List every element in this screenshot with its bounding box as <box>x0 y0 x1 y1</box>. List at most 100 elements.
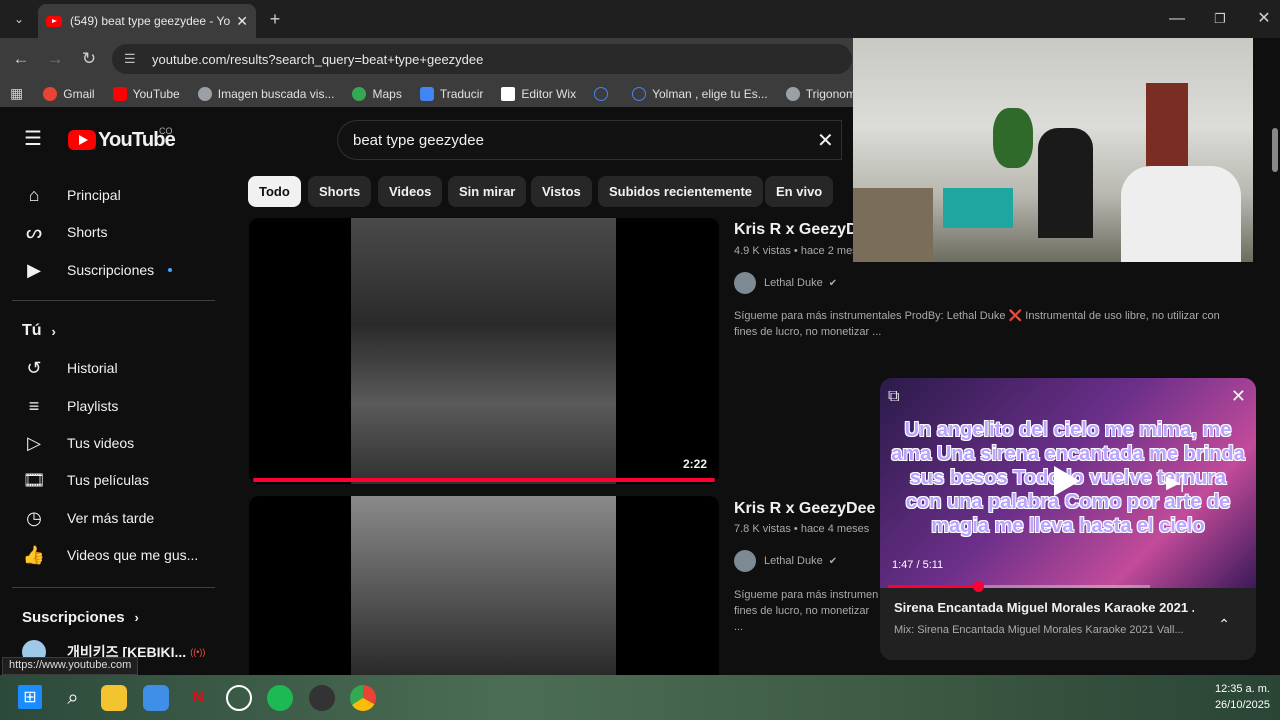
store-icon[interactable] <box>143 685 169 711</box>
chrome-icon[interactable] <box>350 685 376 711</box>
netflix-icon[interactable]: N <box>185 685 211 711</box>
chip-vistos[interactable]: Vistos <box>531 176 592 207</box>
chevron-up-icon[interactable]: ⌃ <box>1218 616 1230 633</box>
next-icon[interactable]: ▶| <box>1166 472 1185 493</box>
video-meta: 7.8 K vistas • hace 4 meses <box>734 523 870 535</box>
bookmark-gmail[interactable]: Gmail <box>43 86 95 101</box>
address-url: youtube.com/results?search_query=beat+ty… <box>152 51 484 67</box>
bookmark-imagen[interactable]: Imagen buscada vis... <box>197 86 334 101</box>
chatgpt-icon[interactable] <box>226 685 252 711</box>
person <box>1038 128 1093 238</box>
close-miniplayer-icon[interactable]: ✕ <box>1231 386 1246 407</box>
youtube-favicon-icon <box>46 15 62 27</box>
seek-progress <box>888 585 979 588</box>
logo-play-icon <box>79 135 88 145</box>
home-icon: ⌂ <box>28 184 40 205</box>
sidebar-item-tus-peliculas[interactable]: 🎞 Tus películas <box>0 462 215 498</box>
sidebar-item-playlists[interactable]: ≡ Playlists <box>0 388 215 424</box>
history-icon: ↺ <box>26 357 42 378</box>
bookmark-traducir[interactable]: Traducir <box>419 86 483 101</box>
restore-icon[interactable]: ❐ <box>1205 2 1235 36</box>
globe-icon <box>785 86 800 101</box>
live-indicator-icon: ((•)) <box>190 647 206 657</box>
channel-avatar <box>734 272 756 294</box>
spotify-icon[interactable] <box>267 685 293 711</box>
liked-icon: 👍 <box>22 544 46 565</box>
plant <box>993 108 1033 168</box>
clock-time[interactable]: 12:35 a. m. <box>1210 683 1270 695</box>
forward-icon[interactable]: → <box>42 46 68 72</box>
chevron-right-icon: › <box>51 323 56 339</box>
verified-icon: ✔ <box>828 277 838 289</box>
bookmarks-bar: ▦ Gmail YouTube Imagen buscada vis... Ma… <box>0 80 879 107</box>
search-input[interactable]: beat type geezydee <box>337 120 842 160</box>
new-tab-icon[interactable]: + <box>260 2 290 36</box>
chip-todo[interactable]: Todo <box>248 176 301 207</box>
clock-date[interactable]: 26/10/2025 <box>1200 699 1270 711</box>
sidebar-item-tus-videos[interactable]: ▷ Tus videos <box>0 425 215 461</box>
circle-icon <box>632 86 647 101</box>
chip-videos[interactable]: Videos <box>378 176 443 207</box>
webcam-overlay <box>853 38 1253 262</box>
movies-icon: 🎞 <box>22 469 46 490</box>
bookmark-yolman[interactable]: Yolman , elige tu Es... <box>632 86 768 101</box>
video-title[interactable]: Kris R x GeezyDee T <box>734 500 880 518</box>
sidebar-item-historial[interactable]: ↺ Historial <box>0 350 215 386</box>
maps-icon <box>352 86 367 101</box>
playlists-icon: ≡ <box>28 395 40 416</box>
video-thumbnail[interactable]: 2:22 <box>249 218 719 484</box>
region-badge: CO <box>159 126 173 136</box>
windows-start-icon[interactable]: ⊞ <box>18 685 42 709</box>
channel-link[interactable]: Lethal Duke ✔ <box>734 550 837 572</box>
miniplayer[interactable]: Un angelito del cielo me mima, me ama Un… <box>880 378 1256 660</box>
bookmark-unnamed[interactable] <box>594 86 614 101</box>
browser-tab[interactable]: (549) beat type geezydee - You ✕ <box>38 4 256 38</box>
video-title[interactable]: Kris R x GeezyDee <box>734 221 855 239</box>
chip-sin-mirar[interactable]: Sin mirar <box>448 176 527 207</box>
video-description: Sígueme para más instrumen fines de lucro… <box>734 589 879 633</box>
gmail-icon <box>43 86 58 101</box>
video-meta: 4.9 K vistas • hace 2 mese <box>734 245 855 257</box>
sidebar-you-header[interactable]: Tú › <box>0 313 215 349</box>
scrollbar-thumb[interactable] <box>1272 128 1278 172</box>
expand-player-icon[interactable]: ⧉ <box>888 388 899 406</box>
sidebar-item-liked[interactable]: 👍 Videos que me gus... <box>0 537 215 573</box>
channel-link[interactable]: Lethal Duke ✔ <box>734 272 837 294</box>
video-thumbnail[interactable] <box>249 496 719 675</box>
thumbnail-image <box>351 496 616 675</box>
chip-subidos[interactable]: Subidos recientemente <box>598 176 764 207</box>
miniplayer-title[interactable]: Sirena Encantada Miguel Morales Karaoke … <box>894 600 1194 615</box>
file-explorer-icon[interactable] <box>101 685 127 711</box>
chip-shorts[interactable]: Shorts <box>308 176 372 207</box>
chip-en-vivo[interactable]: En vivo <box>765 176 834 207</box>
sidebar-subs-header[interactable]: Suscripciones › <box>0 599 215 635</box>
menu-icon[interactable]: ☰ <box>24 129 44 149</box>
person <box>853 188 933 262</box>
youtube-icon <box>112 86 127 101</box>
sidebar-divider <box>12 587 215 588</box>
bookmark-maps[interactable]: Maps <box>352 86 402 101</box>
sidebar-item-principal[interactable]: ⌂ Principal <box>0 177 215 213</box>
clear-search-icon[interactable]: ✕ <box>817 128 834 153</box>
sidebar-item-ver-mas-tarde[interactable]: ◷ Ver más tarde <box>0 500 215 536</box>
apps-grid-icon[interactable]: ▦ <box>10 85 23 102</box>
tab-close-icon[interactable]: ✕ <box>236 13 248 30</box>
bookmark-youtube[interactable]: YouTube <box>112 86 180 101</box>
your-videos-icon: ▷ <box>27 432 41 453</box>
address-bar[interactable]: ☰ youtube.com/results?search_query=beat+… <box>112 44 852 74</box>
site-settings-icon[interactable]: ☰ <box>124 51 142 67</box>
seek-bar[interactable] <box>888 585 1150 588</box>
chevron-right-icon: › <box>134 609 139 625</box>
play-icon[interactable] <box>1054 466 1080 496</box>
bookmark-wix[interactable]: Editor Wix <box>501 86 576 101</box>
sidebar-item-shorts[interactable]: ᔕ Shorts <box>0 214 215 250</box>
reload-icon[interactable]: ↻ <box>76 46 102 72</box>
sidebar-item-suscripciones[interactable]: ▶ Suscripciones <box>0 252 215 288</box>
window-close-icon[interactable]: ✕ <box>1249 2 1279 36</box>
seek-handle[interactable] <box>973 581 985 592</box>
tab-search-chevron-icon[interactable]: ⌄ <box>4 2 34 36</box>
app-icon[interactable] <box>309 685 335 711</box>
minimize-icon[interactable]: — <box>1162 2 1192 36</box>
back-icon[interactable]: ← <box>8 46 34 72</box>
search-icon[interactable]: ⌕ <box>60 685 86 711</box>
